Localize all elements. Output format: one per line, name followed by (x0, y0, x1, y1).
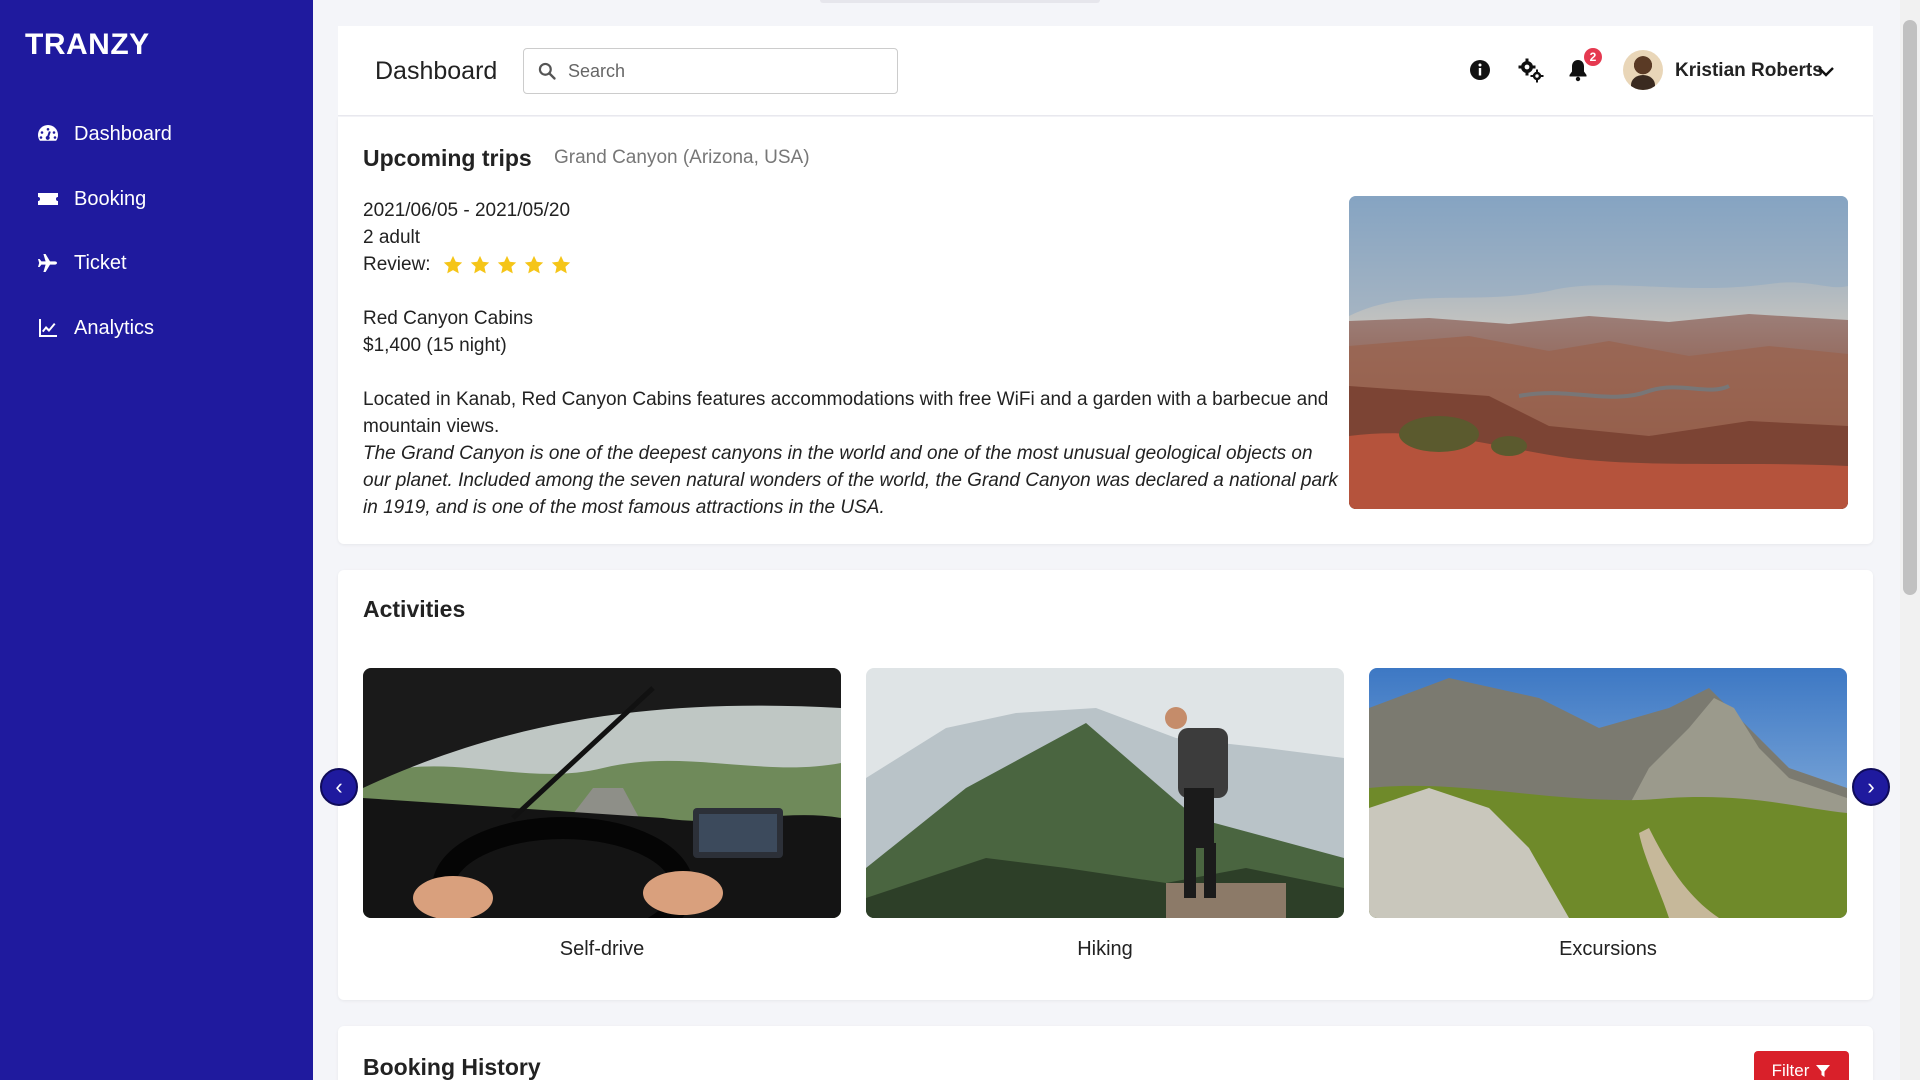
scrollbar-thumb[interactable] (1903, 20, 1917, 595)
sidebar-item-label: Dashboard (74, 122, 172, 145)
search-box[interactable] (523, 48, 898, 94)
carousel-prev-button[interactable]: ‹ (320, 768, 358, 806)
sidebar-item-label: Analytics (74, 316, 155, 339)
trip-description-italic: The Grand Canyon is one of the deepest c… (363, 443, 1338, 518)
page-title: Dashboard (375, 57, 498, 85)
dashboard-gauge-icon (36, 122, 60, 146)
hiking-image[interactable] (866, 668, 1344, 918)
star-icon (551, 255, 571, 274)
sidebar-item-label: Booking (74, 187, 147, 210)
carousel-next-button[interactable]: › (1852, 768, 1890, 806)
activities-title: Activities (363, 596, 466, 622)
activity-label-hiking: Hiking (1077, 938, 1133, 960)
filter-icon (1816, 1065, 1831, 1077)
filter-button[interactable]: Filter (1754, 1051, 1849, 1080)
top-tab-indicator (820, 0, 1100, 3)
upcoming-trips-title: Upcoming trips (363, 145, 532, 171)
trip-location: Grand Canyon (Arizona, USA) (554, 147, 810, 168)
activities-card: Activities Self-drive Hiking Excursions (338, 570, 1873, 1000)
excursions-image[interactable] (1369, 668, 1847, 918)
user-name[interactable]: Kristian Roberts (1675, 60, 1823, 82)
ticket-icon (36, 187, 60, 211)
trip-dates: 2021/06/05 - 2021/05/20 (363, 200, 571, 221)
trip-details: 2021/06/05 - 2021/05/20 2 adult Review: … (363, 197, 1343, 521)
accommodation-price: $1,400 (15 night) (363, 335, 507, 356)
plane-icon (36, 251, 60, 275)
self-drive-image[interactable] (363, 668, 841, 918)
star-icon (524, 255, 544, 274)
brand-logo[interactable]: TRANZY (25, 28, 150, 62)
sidebar: TRANZY Dashboard Booking Ticket Analytic… (0, 0, 313, 1080)
top-header: Dashboard Search 2 Kristian Roberts (338, 26, 1873, 116)
star-icon (443, 255, 463, 274)
trip-review: Review: (363, 251, 1343, 278)
trip-description: Located in Kanab, Red Canyon Cabins feat… (363, 389, 1329, 437)
chart-line-icon (36, 316, 60, 340)
activity-label-excursions: Excursions (1559, 938, 1657, 960)
booking-history-card: Booking History Filter (338, 1026, 1873, 1080)
chevron-right-icon: › (1867, 774, 1875, 799)
chevron-left-icon: ‹ (335, 774, 343, 799)
star-rating (442, 254, 572, 276)
upcoming-trips-card: Upcoming trips Grand Canyon (Arizona, US… (338, 117, 1873, 544)
sidebar-item-label: Ticket (74, 251, 127, 274)
sidebar-item-dashboard[interactable]: Dashboard (36, 122, 172, 146)
star-icon (470, 255, 490, 274)
chevron-down-icon[interactable] (1816, 62, 1836, 82)
activity-label-self-drive: Self-drive (559, 938, 645, 960)
booking-history-title: Booking History (363, 1054, 541, 1080)
review-label: Review: (363, 254, 431, 275)
sidebar-item-ticket[interactable]: Ticket (36, 251, 127, 275)
grand-canyon-image (1349, 196, 1848, 509)
sidebar-item-analytics[interactable]: Analytics (36, 316, 154, 340)
filter-label: Filter (1771, 1061, 1810, 1080)
search-input[interactable] (568, 57, 888, 85)
settings-gears-icon[interactable] (1517, 56, 1545, 84)
avatar[interactable] (1623, 50, 1663, 90)
info-icon[interactable] (1466, 56, 1494, 84)
sidebar-item-booking[interactable]: Booking (36, 187, 146, 211)
star-icon (497, 255, 517, 274)
notification-badge: 2 (1584, 48, 1602, 66)
search-icon (538, 62, 556, 80)
page-scrollbar[interactable] (1900, 0, 1920, 1080)
trip-guests: 2 adult (363, 227, 421, 248)
accommodation-name: Red Canyon Cabins (363, 308, 534, 329)
